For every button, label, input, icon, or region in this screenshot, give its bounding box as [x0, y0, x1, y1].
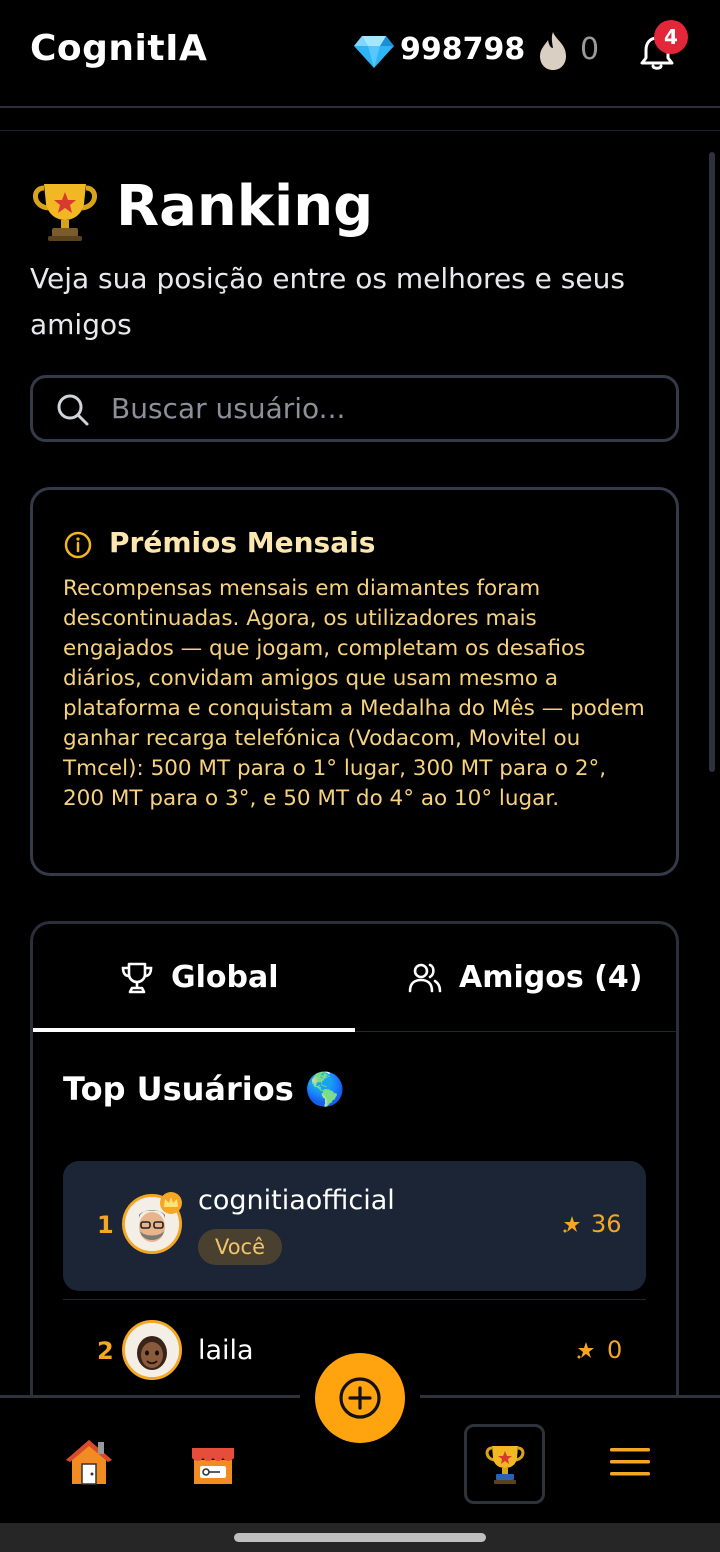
diamond-count: 998798 [400, 32, 526, 67]
add-icon [337, 1375, 383, 1421]
monthly-prizes-card: Prémios Mensais Recompensas mensais em d… [30, 487, 679, 876]
search-input[interactable] [109, 378, 659, 439]
flame-icon[interactable] [536, 30, 570, 72]
you-badge: Você [198, 1229, 282, 1265]
tab-friends[interactable]: Amigos (4) [355, 924, 677, 1032]
streak-count: 0 [580, 32, 600, 67]
tab-friends-label: Amigos (4) [459, 960, 643, 995]
search-box [30, 375, 679, 442]
prizes-description: Recompensas mensais em diamantes foram d… [63, 576, 645, 811]
add-button[interactable] [315, 1353, 405, 1443]
top-users-title: Top Usuários 🌎 [63, 1070, 345, 1108]
info-icon [63, 530, 93, 560]
tab-global-label: Global [171, 960, 279, 995]
ranking-nav-button[interactable] [464, 1424, 545, 1504]
points-star-icon [575, 1341, 595, 1361]
ranking-card: Global Amigos (4) Top Usuários 🌎 1 cogni… [30, 921, 679, 1421]
prizes-title: Prémios Mensais [109, 526, 376, 559]
trophy-outline-icon [119, 960, 155, 996]
top-header: CognitIA 998798 0 4 [0, 0, 720, 108]
users-icon [407, 960, 443, 996]
user-points: 0 [607, 1336, 623, 1364]
user-points: 36 [591, 1210, 622, 1238]
home-indicator[interactable] [234, 1533, 486, 1542]
username: laila [198, 1335, 254, 1366]
divider [63, 1299, 646, 1300]
username: cognitiaofficial [198, 1185, 395, 1216]
scrollbar-thumb[interactable] [709, 152, 715, 772]
search-icon [55, 392, 91, 428]
ranking-row-current-user[interactable]: 1 cognitiaofficial Você 36 [63, 1161, 646, 1291]
diamond-icon [354, 34, 394, 68]
app-title: CognitIA [30, 28, 208, 69]
menu-icon[interactable] [608, 1444, 668, 1504]
home-icon[interactable] [62, 1436, 122, 1496]
divider [0, 130, 720, 131]
rank-number: 2 [97, 1337, 114, 1365]
avatar[interactable] [122, 1320, 182, 1380]
tab-global[interactable]: Global [33, 924, 355, 1032]
notification-badge: 4 [654, 20, 688, 54]
page-title: Ranking [116, 174, 374, 239]
points-star-icon [561, 1215, 581, 1235]
page-subtitle: Veja sua posição entre os melhores e seu… [30, 262, 625, 341]
rank-number: 1 [97, 1211, 114, 1239]
crown-icon [159, 1191, 183, 1215]
shop-icon[interactable] [186, 1438, 246, 1498]
trophy-icon [30, 180, 100, 242]
ranking-icon [483, 1443, 527, 1487]
